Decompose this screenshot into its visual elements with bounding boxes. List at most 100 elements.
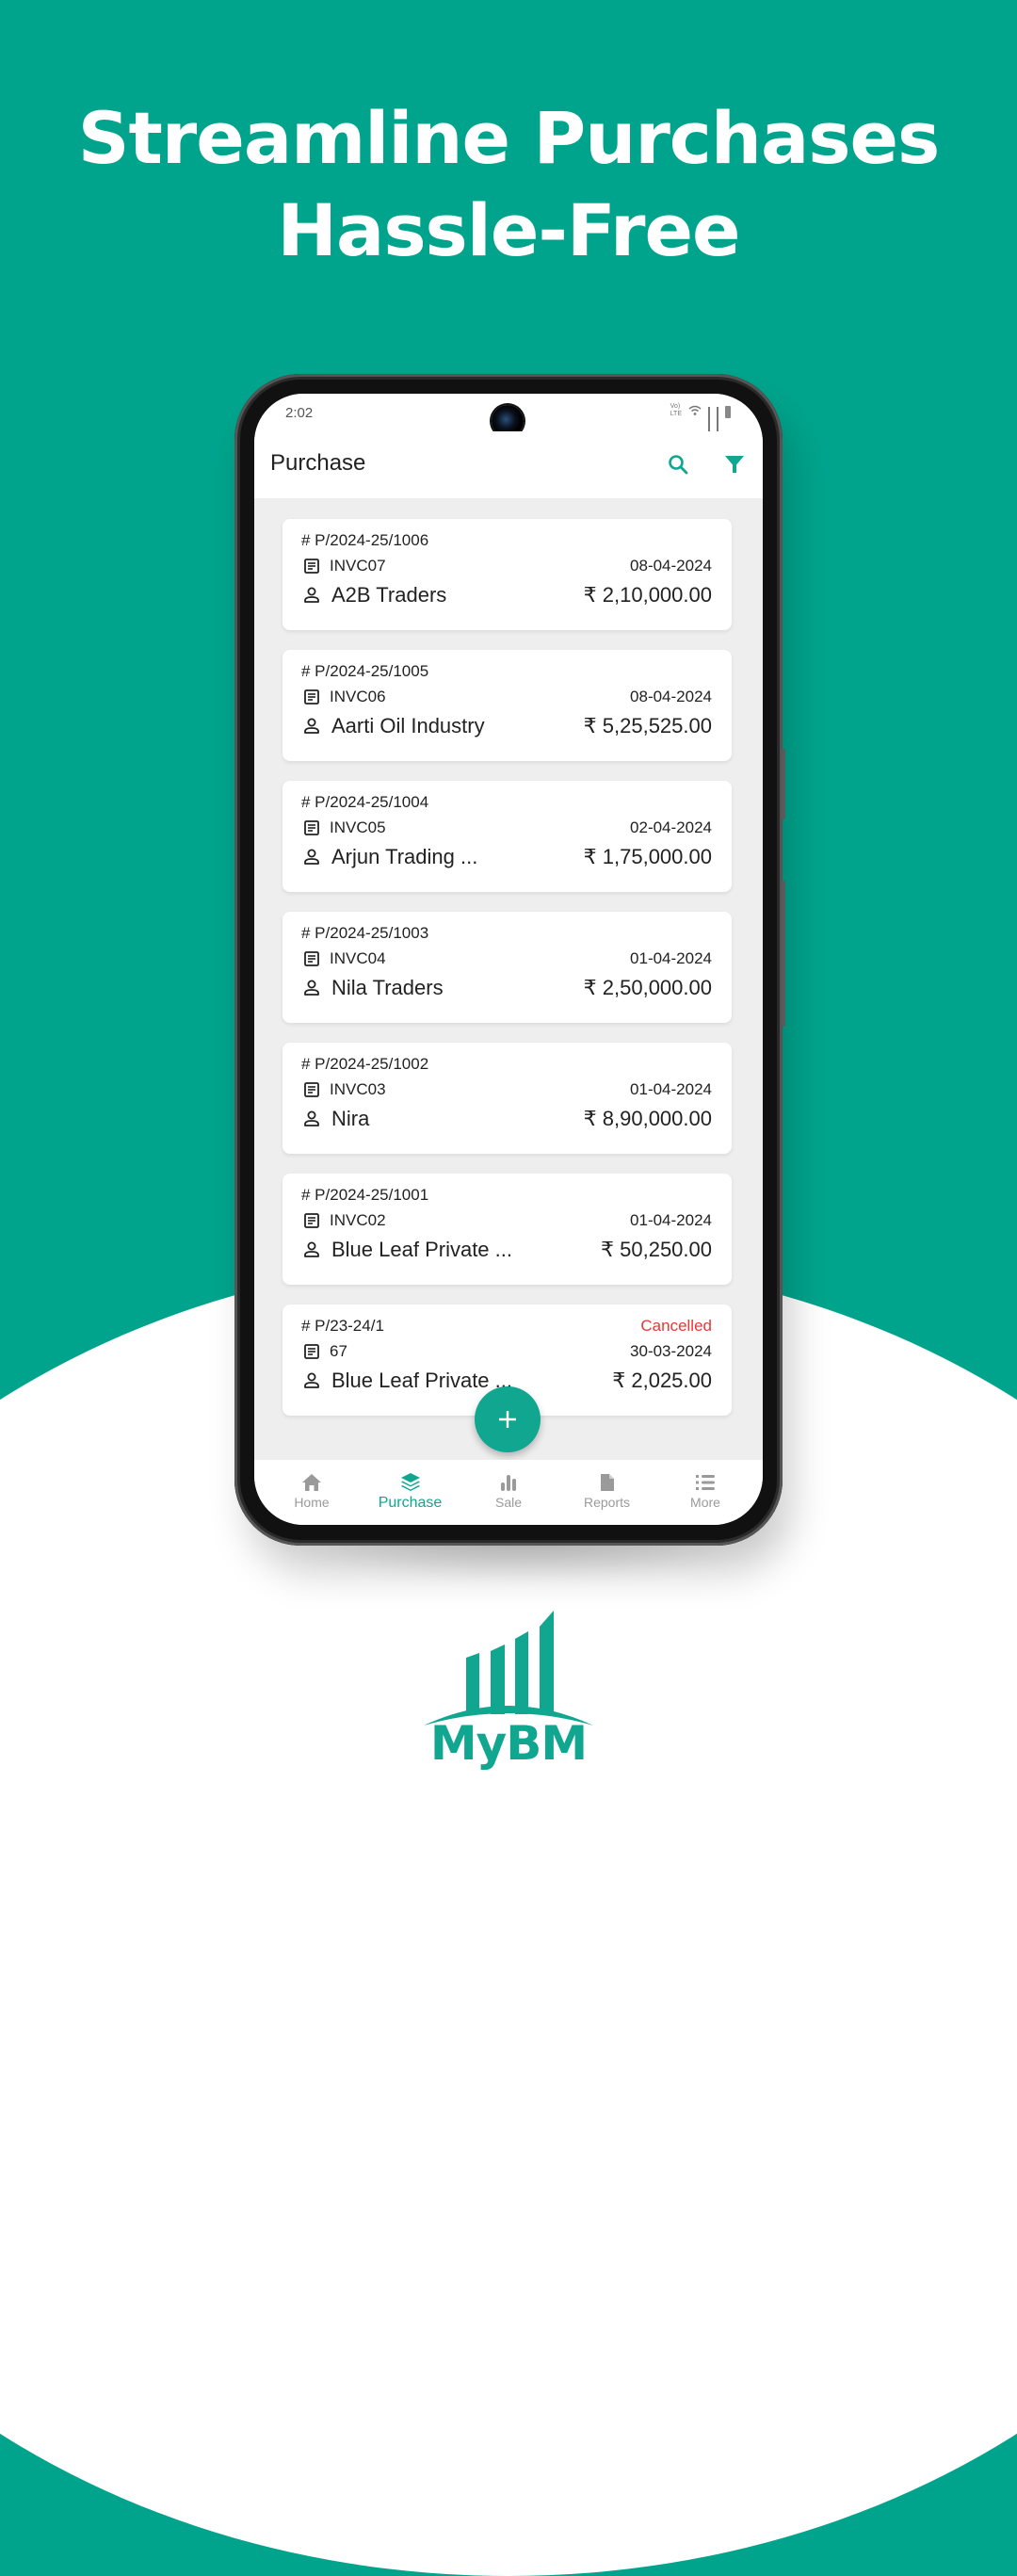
party-name: Arjun Trading ... [331, 845, 478, 868]
nav-label: Sale [494, 1495, 523, 1510]
person-icon [301, 717, 322, 736]
volume-button [782, 749, 785, 819]
nav-item-sale[interactable]: Sale [467, 1460, 550, 1525]
headline: Streamline Purchases Hassle-Free [0, 92, 1017, 277]
bar-chart-icon [499, 1471, 518, 1494]
card-row-party: Arjun Trading ... ₹ 1,75,000.00 [301, 844, 712, 870]
filter-button[interactable] [719, 449, 750, 479]
headline-line-1: Streamline Purchases [77, 96, 941, 180]
purchase-number: # P/2024-25/1006 [301, 531, 429, 549]
nav-label: Purchase [378, 1495, 443, 1511]
purchase-date: 01-04-2024 [630, 1080, 712, 1098]
purchase-date: 08-04-2024 [630, 688, 712, 705]
battery-icon [725, 406, 731, 418]
card-row-number: # P/2024-25/1001 [301, 1185, 712, 1206]
nav-item-reports[interactable]: Reports [566, 1460, 649, 1525]
purchase-amount: ₹ 5,25,525.00 [583, 714, 712, 737]
card-row-invoice: INVC04 01-04-2024 [301, 948, 712, 969]
purchase-amount: ₹ 2,10,000.00 [583, 583, 712, 607]
nav-item-more[interactable]: More [664, 1460, 747, 1525]
nav-item-purchase[interactable]: Purchase [369, 1460, 452, 1525]
card-row-party: Blue Leaf Private ... ₹ 50,250.00 [301, 1237, 712, 1263]
purchase-card[interactable]: # P/2024-25/1002 INVC03 01-04-2024 Nira ₹ 8,… [282, 1043, 732, 1154]
invoice-number: INVC02 [330, 1211, 386, 1229]
card-row-number: # P/2024-25/1004 [301, 792, 712, 813]
person-icon [301, 1240, 322, 1259]
phone-frame: 2:02 Vo) LTE Purchase # P/2024-25/1006 INV… [234, 374, 785, 1546]
purchase-card[interactable]: # P/2024-25/1003 INVC04 01-04-2024 Nila Tra… [282, 912, 732, 1023]
card-row-number: # P/2024-25/1005 [301, 661, 712, 682]
purchase-number: # P/2024-25/1001 [301, 1186, 429, 1204]
phone-screen: 2:02 Vo) LTE Purchase # P/2024-25/1006 INV… [254, 394, 763, 1525]
plus-icon [499, 1411, 516, 1428]
document-icon [301, 1081, 322, 1098]
purchase-amount: ₹ 1,75,000.00 [583, 845, 712, 868]
document-icon [301, 689, 322, 705]
card-row-invoice: INVC06 08-04-2024 [301, 687, 712, 707]
party-name: Blue Leaf Private ... [331, 1238, 512, 1261]
nav-label: Home [294, 1495, 330, 1510]
card-row-invoice: INVC07 08-04-2024 [301, 556, 712, 576]
card-row-number: # P/23-24/1 Cancelled [301, 1316, 712, 1337]
card-row-invoice: INVC02 01-04-2024 [301, 1210, 712, 1231]
party-name: Blue Leaf Private ... [331, 1369, 512, 1392]
purchase-amount: ₹ 50,250.00 [601, 1238, 712, 1261]
page-title: Purchase [270, 450, 366, 476]
purchase-number: # P/2024-25/1003 [301, 924, 429, 942]
card-row-number: # P/2024-25/1003 [301, 923, 712, 944]
purchase-card[interactable]: # P/2024-25/1006 INVC07 08-04-2024 A2B Trad… [282, 519, 732, 630]
person-icon [301, 848, 322, 867]
add-purchase-button[interactable] [475, 1386, 541, 1452]
list-icon [695, 1471, 716, 1494]
card-row-invoice: INVC03 01-04-2024 [301, 1079, 712, 1100]
purchase-number: # P/2024-25/1005 [301, 662, 429, 680]
person-icon [301, 586, 322, 605]
document-icon [301, 1343, 322, 1360]
document-icon [301, 819, 322, 836]
card-row-invoice: INVC05 02-04-2024 [301, 818, 712, 838]
purchase-number: # P/2024-25/1004 [301, 793, 429, 811]
layers-icon [400, 1471, 421, 1494]
invoice-number: INVC03 [330, 1080, 386, 1098]
invoice-number: INVC07 [330, 557, 386, 575]
status-time: 2:02 [285, 405, 314, 421]
logo-bars-icon [424, 1611, 593, 1725]
party-name: Aarti Oil Industry [331, 714, 485, 737]
purchase-number: # P/23-24/1 [301, 1317, 384, 1335]
invoice-number: 67 [330, 1342, 347, 1360]
document-icon [301, 1212, 322, 1229]
purchase-card[interactable]: # P/2024-25/1004 INVC05 02-04-2024 Arjun Tr… [282, 781, 732, 892]
mybm-logo: MyBM [422, 1611, 595, 1771]
party-name: Nira [331, 1107, 370, 1130]
card-row-party: Aarti Oil Industry ₹ 5,25,525.00 [301, 713, 712, 739]
purchase-date: 01-04-2024 [630, 1211, 712, 1229]
filter-icon [725, 456, 744, 473]
bottom-nav: Home Purchase Sale Reports More [254, 1460, 763, 1525]
purchase-date: 08-04-2024 [630, 557, 712, 575]
purchase-amount: ₹ 2,50,000.00 [583, 976, 712, 999]
document-icon [301, 558, 322, 575]
invoice-number: INVC05 [330, 818, 386, 836]
power-button [782, 881, 785, 1027]
card-row-invoice: 67 30-03-2024 [301, 1341, 712, 1362]
volte-icon: Vo) LTE [670, 403, 682, 417]
document-icon [600, 1471, 615, 1494]
purchase-date: 02-04-2024 [630, 818, 712, 836]
invoice-number: INVC06 [330, 688, 386, 705]
card-row-number: # P/2024-25/1006 [301, 530, 712, 551]
status-icons: Vo) LTE [670, 403, 731, 435]
card-row-party: Nila Traders ₹ 2,50,000.00 [301, 975, 712, 1001]
nav-item-home[interactable]: Home [270, 1460, 353, 1525]
document-icon [301, 950, 322, 967]
invoice-number: INVC04 [330, 949, 386, 967]
wifi-icon [688, 405, 702, 418]
party-name: Nila Traders [331, 976, 444, 999]
search-button[interactable] [663, 449, 693, 479]
purchase-number: # P/2024-25/1002 [301, 1055, 429, 1073]
card-row-party: A2B Traders ₹ 2,10,000.00 [301, 582, 712, 608]
purchase-card[interactable]: # P/2024-25/1001 INVC02 01-04-2024 Blue Lea… [282, 1174, 732, 1285]
nav-label: Reports [583, 1495, 631, 1510]
purchase-card[interactable]: # P/2024-25/1005 INVC06 08-04-2024 Aarti Oi… [282, 650, 732, 761]
search-icon [669, 455, 688, 475]
logo-text: MyBM [429, 1716, 588, 1771]
